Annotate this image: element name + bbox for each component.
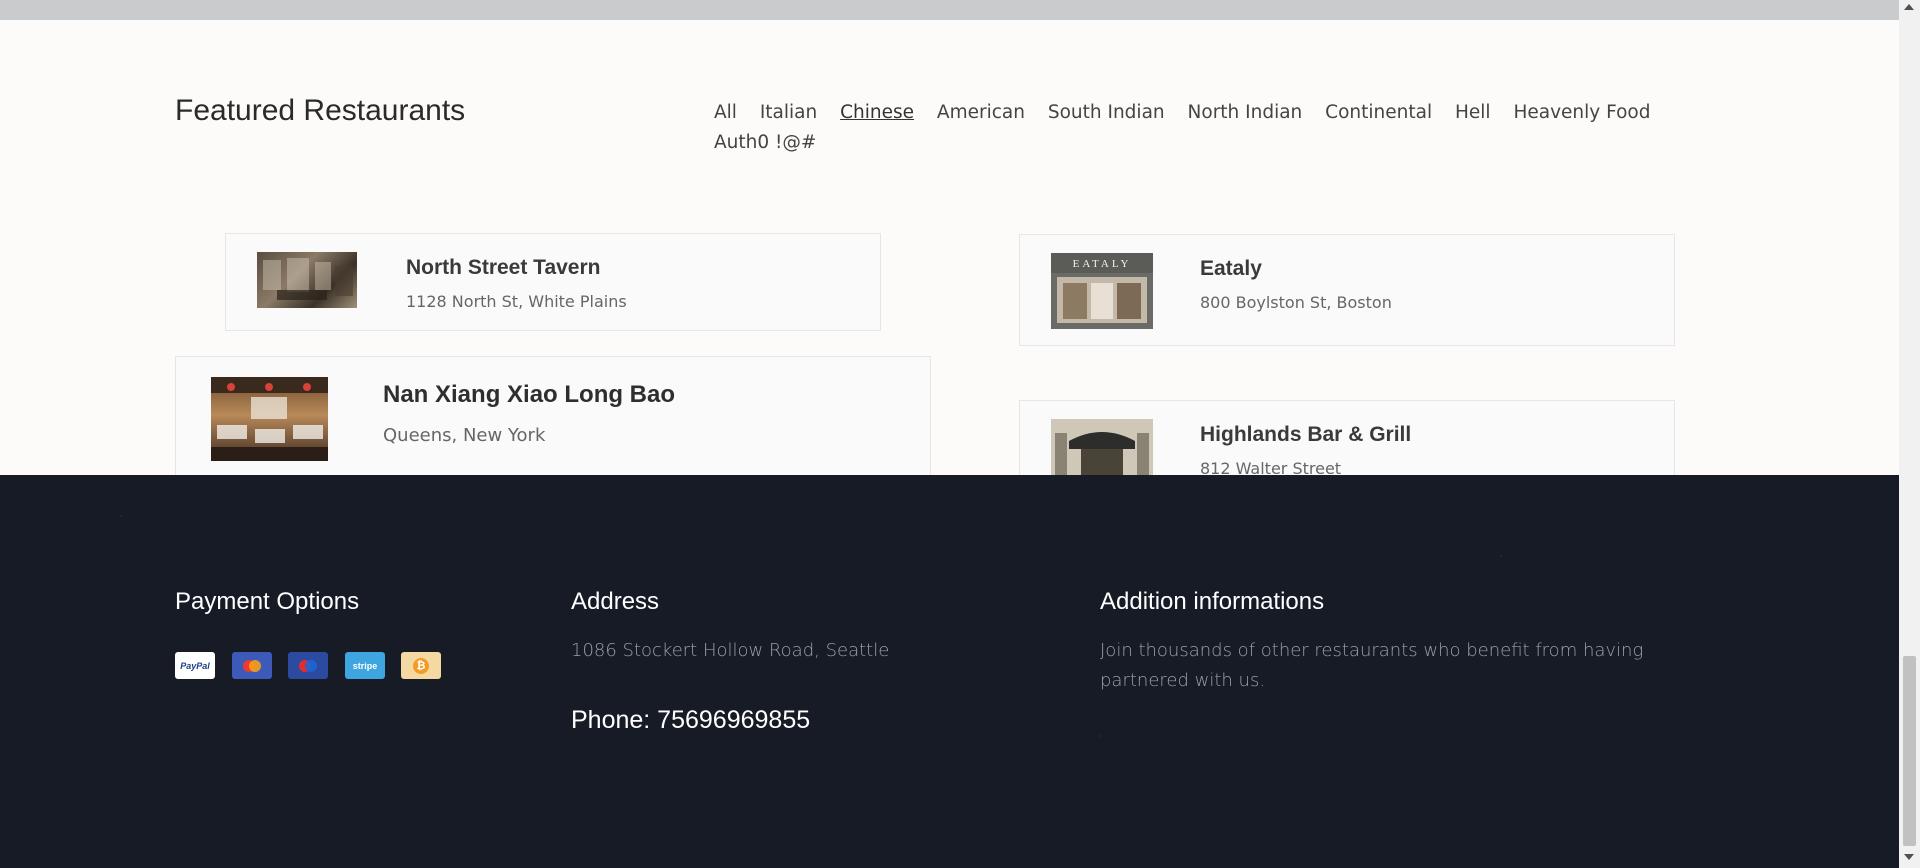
eataly-logo: EATALY [1073, 258, 1132, 270]
filter-tab-hell[interactable]: Hell [1455, 102, 1491, 123]
restaurant-card[interactable]: Highlands Bar & Grill 812 Walter Street [1019, 400, 1675, 475]
restaurant-address: 1128 North St, White Plains [406, 292, 627, 311]
footer-address: 1086 Stockert Hollow Road, Seattle [571, 640, 890, 661]
filter-tab-continental[interactable]: Continental [1325, 102, 1432, 123]
maestro-icon [288, 652, 328, 679]
top-scroll-edge [0, 0, 1899, 20]
restaurant-address: 800 Boylston St, Boston [1200, 293, 1392, 312]
scroll-up-arrow-icon[interactable] [1904, 4, 1914, 10]
restaurant-name[interactable]: Eataly [1200, 257, 1262, 281]
stripe-icon: stripe [345, 652, 385, 679]
restaurant-address: Queens, New York [383, 425, 546, 446]
restaurant-thumbnail [1051, 419, 1153, 475]
restaurant-name[interactable]: North Street Tavern [406, 256, 601, 280]
payment-options-title: Payment Options [175, 588, 360, 615]
restaurant-photo-icon: EATALY [1051, 253, 1153, 323]
scroll-down-arrow-icon[interactable] [1904, 854, 1914, 860]
restaurant-thumbnail [211, 377, 328, 461]
restaurant-thumbnail: EATALY [1051, 253, 1153, 329]
restaurant-name[interactable]: Highlands Bar & Grill [1200, 423, 1411, 447]
page-scrollbar[interactable] [1899, 0, 1920, 868]
restaurant-photo-icon [1051, 419, 1153, 475]
featured-section: Featured Restaurants All Italian Chinese… [0, 20, 1899, 475]
footer-info-text: Join thousands of other restaurants who … [1100, 640, 1644, 691]
featured-title: Featured Restaurants [175, 94, 466, 127]
bitcoin-icon: ₿ [401, 652, 441, 679]
restaurant-card[interactable]: North Street Tavern 1128 North St, White… [225, 233, 881, 331]
addition-info-title: Addition informations [1100, 588, 1325, 615]
restaurant-address: 812 Walter Street [1200, 459, 1342, 475]
filter-tab-italian[interactable]: Italian [760, 102, 817, 123]
texture-speck [1500, 555, 1502, 557]
filter-tab-south-indian[interactable]: South Indian [1048, 102, 1165, 123]
restaurant-card[interactable]: Nan Xiang Xiao Long Bao Queens, New York [175, 356, 931, 475]
restaurant-name[interactable]: Nan Xiang Xiao Long Bao [383, 381, 675, 409]
texture-speck [1100, 735, 1102, 737]
footer-phone: Phone: 75696969855 [571, 706, 811, 734]
restaurant-thumbnail [257, 252, 357, 308]
filter-tab-chinese[interactable]: Chinese [840, 102, 914, 123]
texture-speck [120, 515, 122, 517]
address-title: Address [571, 588, 660, 615]
category-filter-tabs: All Italian Chinese American South India… [714, 98, 1674, 158]
filter-tab-heavenly-food[interactable]: Heavenly Food [1513, 102, 1650, 123]
paypal-icon: PayPal [175, 652, 215, 679]
scrollbar-thumb[interactable] [1903, 656, 1916, 846]
site-footer: Payment Options PayPal stripe ₿ Address … [0, 475, 1899, 868]
filter-tab-north-indian[interactable]: North Indian [1188, 102, 1303, 123]
restaurant-card[interactable]: EATALY Eataly 800 Boylston St, Boston [1019, 234, 1675, 346]
restaurant-photo-icon [263, 258, 353, 300]
filter-tab-auth0[interactable]: Auth0 !@# [714, 132, 816, 153]
restaurant-photo-icon [211, 377, 328, 461]
mastercard-icon [232, 652, 272, 679]
filter-tab-american[interactable]: American [937, 102, 1025, 123]
filter-tab-all[interactable]: All [714, 102, 737, 123]
